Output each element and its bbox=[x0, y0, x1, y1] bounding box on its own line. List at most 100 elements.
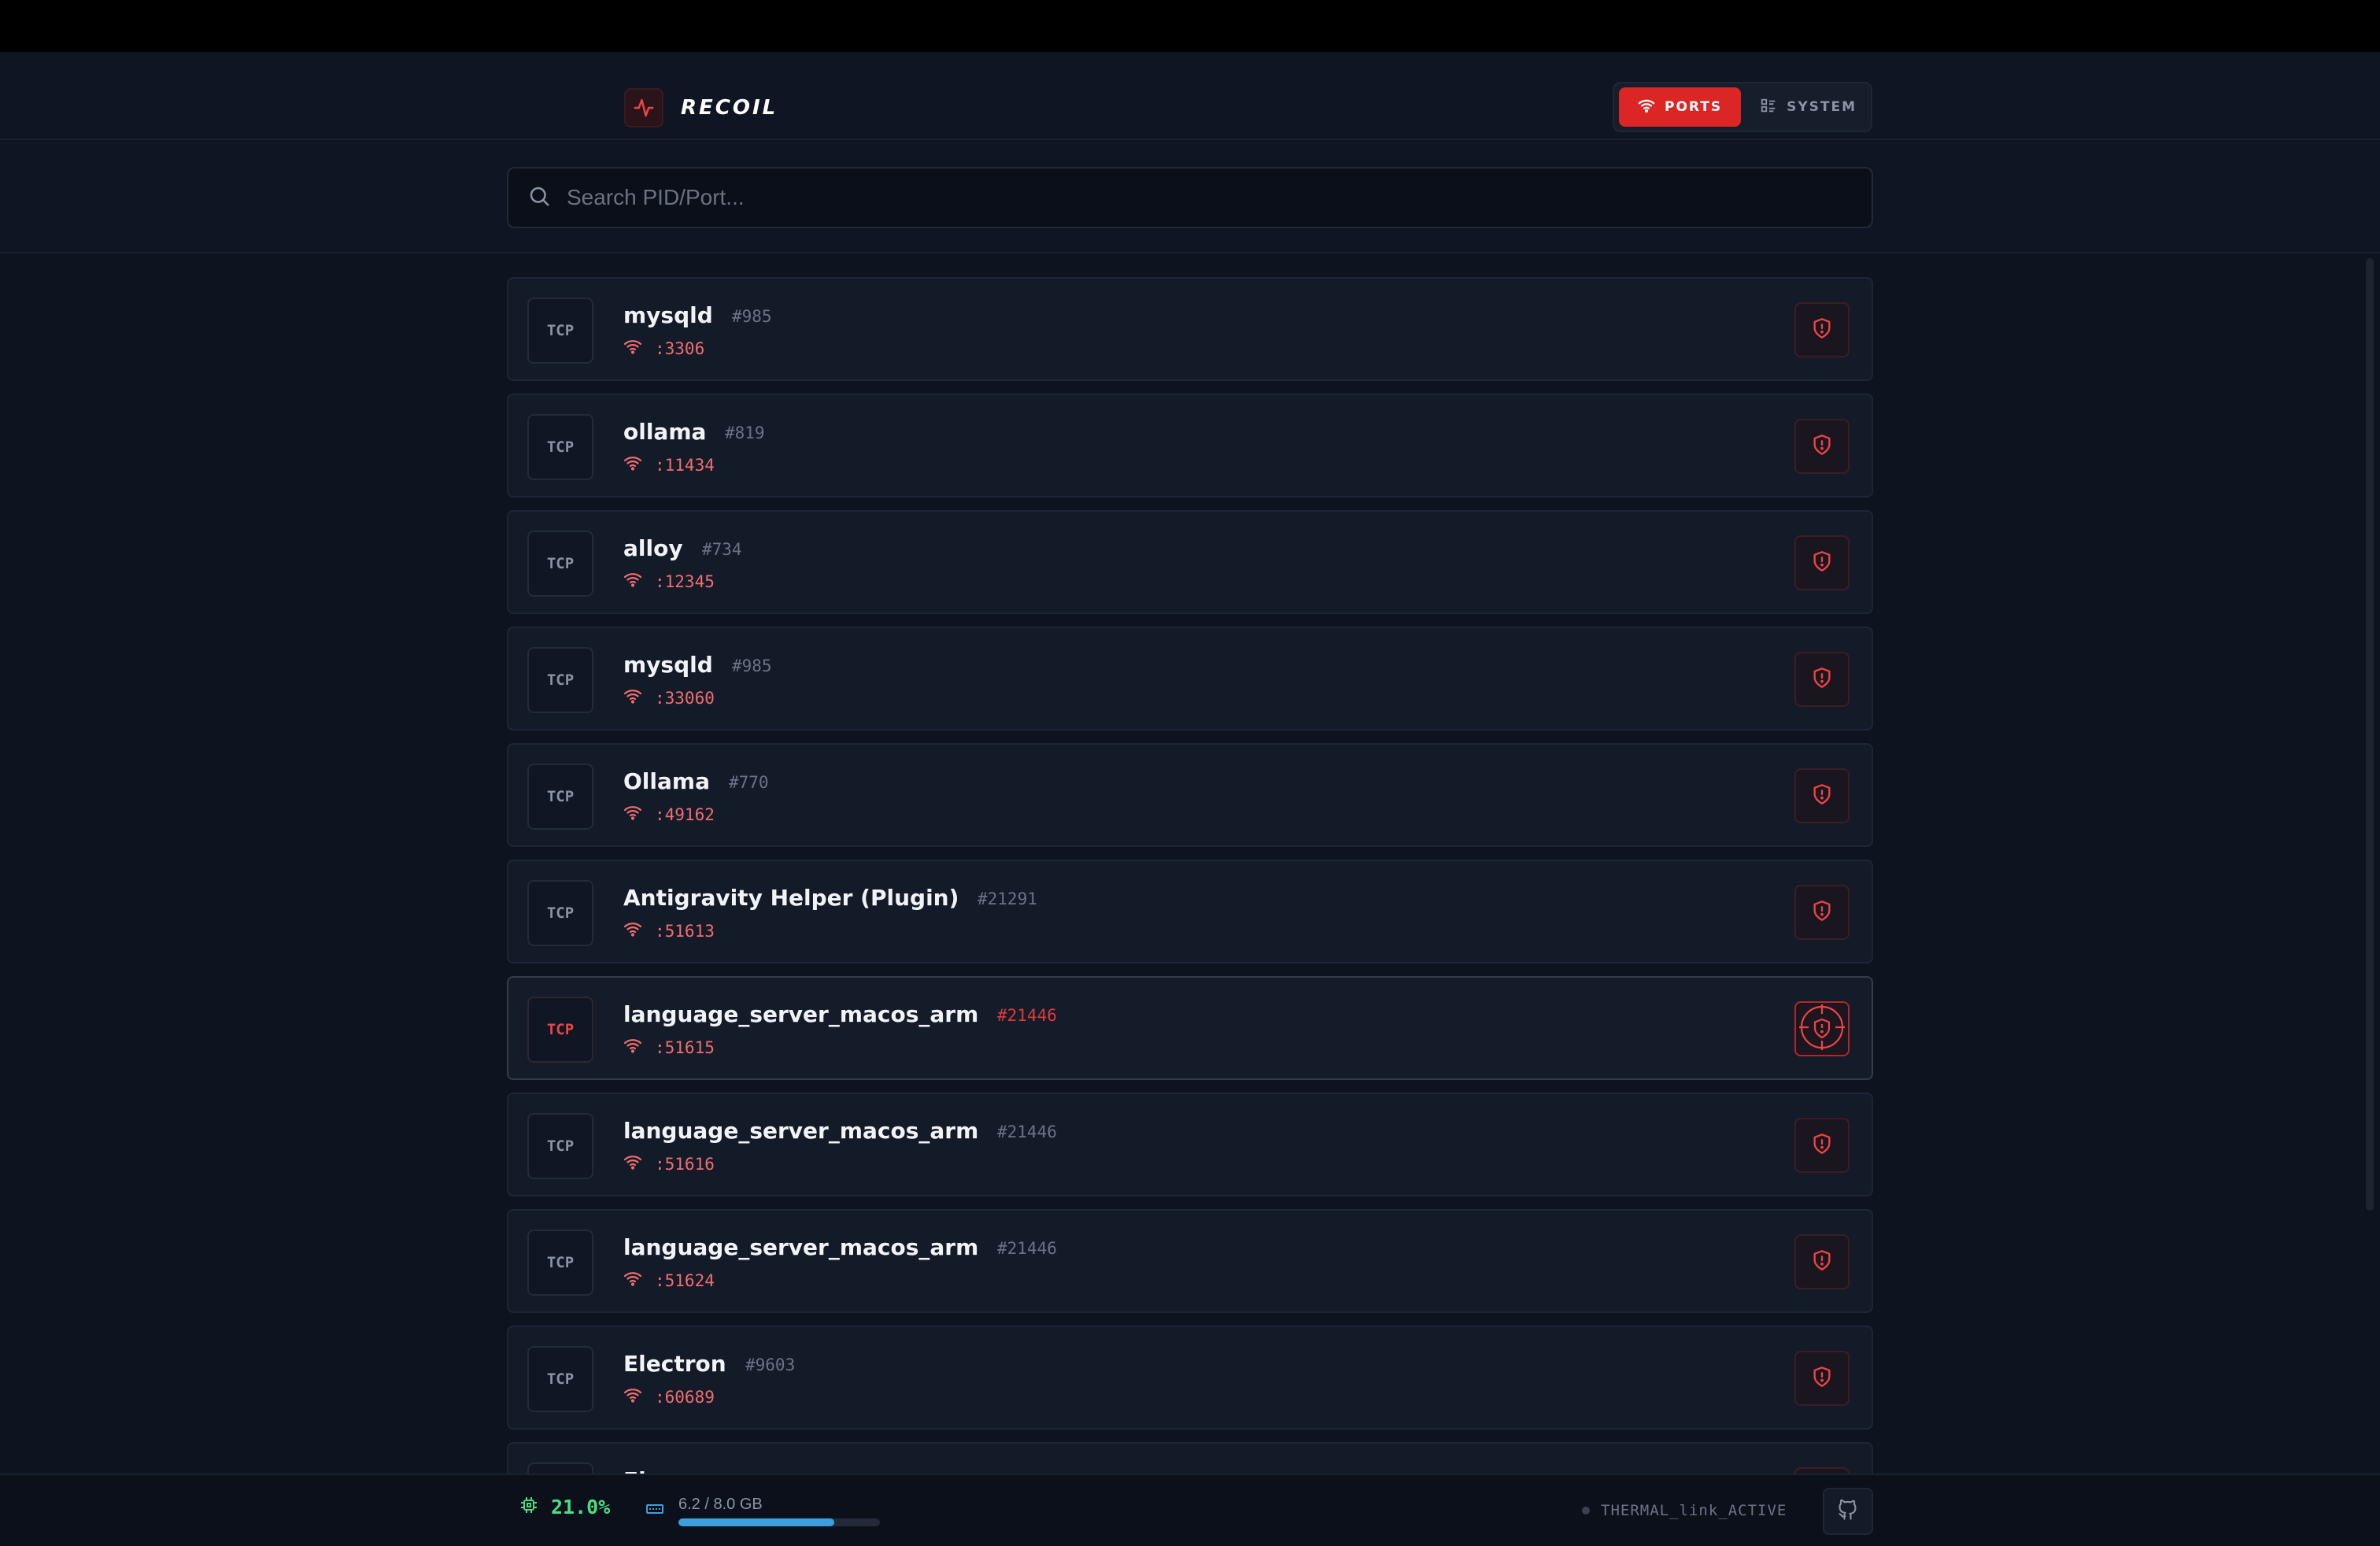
process-pid: #21446 bbox=[997, 1239, 1057, 1258]
status-text: THERMAL_link_ACTIVE bbox=[1601, 1502, 1787, 1519]
wifi-icon bbox=[623, 1154, 642, 1174]
wifi-icon bbox=[623, 1037, 642, 1057]
port-number: :3306 bbox=[655, 338, 705, 358]
port-number: :12345 bbox=[655, 571, 715, 591]
github-button[interactable] bbox=[1823, 1488, 1873, 1535]
kill-process-button[interactable] bbox=[1794, 885, 1850, 940]
kill-process-button[interactable] bbox=[1794, 1001, 1850, 1056]
protocol-badge: TCP bbox=[527, 764, 593, 830]
port-number: :33060 bbox=[655, 688, 715, 708]
cpu-indicator: 21.0% bbox=[519, 1496, 610, 1518]
port-number: :11434 bbox=[655, 455, 715, 475]
wifi-icon bbox=[623, 688, 642, 708]
shield-alert-icon bbox=[1811, 667, 1833, 693]
shield-alert-icon bbox=[1811, 783, 1833, 809]
port-number: :51615 bbox=[655, 1037, 715, 1057]
process-name: mysqld bbox=[623, 652, 713, 678]
process-row[interactable]: TCP Ollama #770 :49162 bbox=[507, 743, 1873, 847]
memory-indicator: 6.2 / 8.0 GB bbox=[645, 1496, 880, 1526]
tab-system[interactable]: SYSTEM bbox=[1741, 87, 1876, 127]
process-row[interactable]: TCP Antigravity Helper (Plugin) #21291:516… bbox=[507, 860, 1873, 963]
view-tabs: PORTS SYSTEM bbox=[1613, 82, 1872, 132]
cpu-icon bbox=[519, 1496, 538, 1518]
status-dot bbox=[1582, 1507, 1590, 1515]
process-pid: #770 bbox=[729, 773, 769, 792]
app-name: RECOIL bbox=[681, 96, 778, 120]
process-name: El bbox=[623, 1467, 646, 1474]
activity-icon bbox=[624, 88, 663, 128]
status-footer: 21.0% 6.2 / 8.0 GB THERMAL_link_ACTIVE bbox=[0, 1474, 2380, 1546]
scrollbar[interactable] bbox=[2366, 258, 2374, 1211]
process-name: language_server_macos_arm bbox=[623, 1118, 979, 1144]
process-row[interactable]: TCP language_server_macos_arm #21446:51624 bbox=[507, 1209, 1873, 1313]
port-info: :51616 bbox=[623, 1154, 715, 1174]
kill-process-button[interactable] bbox=[1794, 302, 1850, 357]
process-list: TCP mysqld #985:3306 TCP ollama #819:11434 TCP… bbox=[507, 277, 1873, 1474]
shield-alert-icon bbox=[1811, 1133, 1833, 1159]
connection-status: THERMAL_link_ACTIVE bbox=[1582, 1502, 1787, 1519]
memory-bar bbox=[678, 1518, 880, 1526]
protocol-badge: TCP bbox=[527, 1463, 593, 1474]
port-info: :33060 bbox=[623, 688, 715, 708]
target-shield-icon bbox=[1798, 1003, 1846, 1056]
tab-ports-label: PORTS bbox=[1665, 99, 1723, 115]
github-icon bbox=[1837, 1499, 1859, 1525]
port-info: :51615 bbox=[623, 1037, 715, 1057]
wifi-icon bbox=[623, 571, 642, 591]
port-info: :60689 bbox=[623, 1387, 715, 1407]
search-input[interactable] bbox=[567, 185, 1853, 210]
memory-bar-fill bbox=[678, 1518, 835, 1526]
port-info: :11434 bbox=[623, 455, 715, 475]
port-number: :49162 bbox=[655, 804, 715, 824]
shield-alert-icon bbox=[1811, 900, 1833, 926]
shield-alert-icon bbox=[1811, 317, 1833, 343]
search-band bbox=[0, 142, 2380, 253]
process-name: Electron bbox=[623, 1351, 726, 1377]
process-name: Antigravity Helper (Plugin) bbox=[623, 885, 959, 911]
process-row[interactable]: TCP ollama #819:11434 bbox=[507, 394, 1873, 497]
wifi-icon bbox=[623, 804, 642, 824]
kill-process-button[interactable] bbox=[1794, 1351, 1850, 1406]
tab-system-label: SYSTEM bbox=[1787, 99, 1857, 115]
kill-process-button[interactable] bbox=[1794, 1234, 1850, 1289]
port-number: :60689 bbox=[655, 1387, 715, 1407]
wifi-icon bbox=[623, 455, 642, 475]
port-info: :49162 bbox=[623, 804, 715, 824]
process-row[interactable]: TCP Electron #9603:60689 bbox=[507, 1326, 1873, 1429]
kill-process-button[interactable] bbox=[1794, 535, 1850, 590]
kill-process-button[interactable] bbox=[1794, 768, 1850, 823]
process-name: Ollama bbox=[623, 768, 710, 794]
process-row[interactable]: TCP language_server_macos_arm #21446:51615 bbox=[507, 976, 1873, 1080]
brand: RECOIL bbox=[624, 88, 778, 128]
process-row[interactable]: TCP mysqld #985:3306 bbox=[507, 277, 1873, 381]
port-info: :51613 bbox=[623, 921, 715, 941]
process-name: language_server_macos_arm bbox=[623, 1234, 979, 1260]
app-header: RECOIL PORTS SYSTEM bbox=[0, 52, 2380, 140]
process-pid: #734 bbox=[702, 540, 742, 559]
protocol-badge: TCP bbox=[527, 880, 593, 946]
list-icon bbox=[1760, 97, 1777, 118]
protocol-badge: TCP bbox=[527, 531, 593, 597]
process-row[interactable]: TCP alloy #734 :12345 bbox=[507, 510, 1873, 614]
memory-icon bbox=[645, 1502, 664, 1520]
process-name: alloy bbox=[623, 535, 683, 561]
protocol-badge: TCP bbox=[527, 414, 593, 480]
process-row[interactable]: TCP language_server_macos_arm #21446:51616 bbox=[507, 1093, 1873, 1196]
port-number: :51616 bbox=[655, 1154, 715, 1174]
process-row[interactable]: TCP El bbox=[507, 1442, 1873, 1474]
process-name: ollama bbox=[623, 419, 707, 445]
process-pid: #21446 bbox=[997, 1006, 1057, 1025]
cpu-usage: 21.0% bbox=[551, 1496, 611, 1518]
process-pid: #21446 bbox=[997, 1123, 1057, 1141]
kill-process-button[interactable] bbox=[1794, 419, 1850, 474]
wifi-icon bbox=[623, 1387, 642, 1407]
kill-process-button[interactable] bbox=[1794, 652, 1850, 707]
kill-process-button[interactable] bbox=[1794, 1118, 1850, 1173]
protocol-badge: TCP bbox=[527, 647, 593, 713]
process-row[interactable]: TCP mysqld #985:33060 bbox=[507, 627, 1873, 730]
wifi-icon bbox=[1638, 97, 1655, 118]
tab-ports[interactable]: PORTS bbox=[1619, 87, 1742, 127]
port-info: :51624 bbox=[623, 1270, 715, 1290]
kill-process-button[interactable] bbox=[1794, 1467, 1850, 1474]
protocol-badge: TCP bbox=[527, 298, 593, 364]
